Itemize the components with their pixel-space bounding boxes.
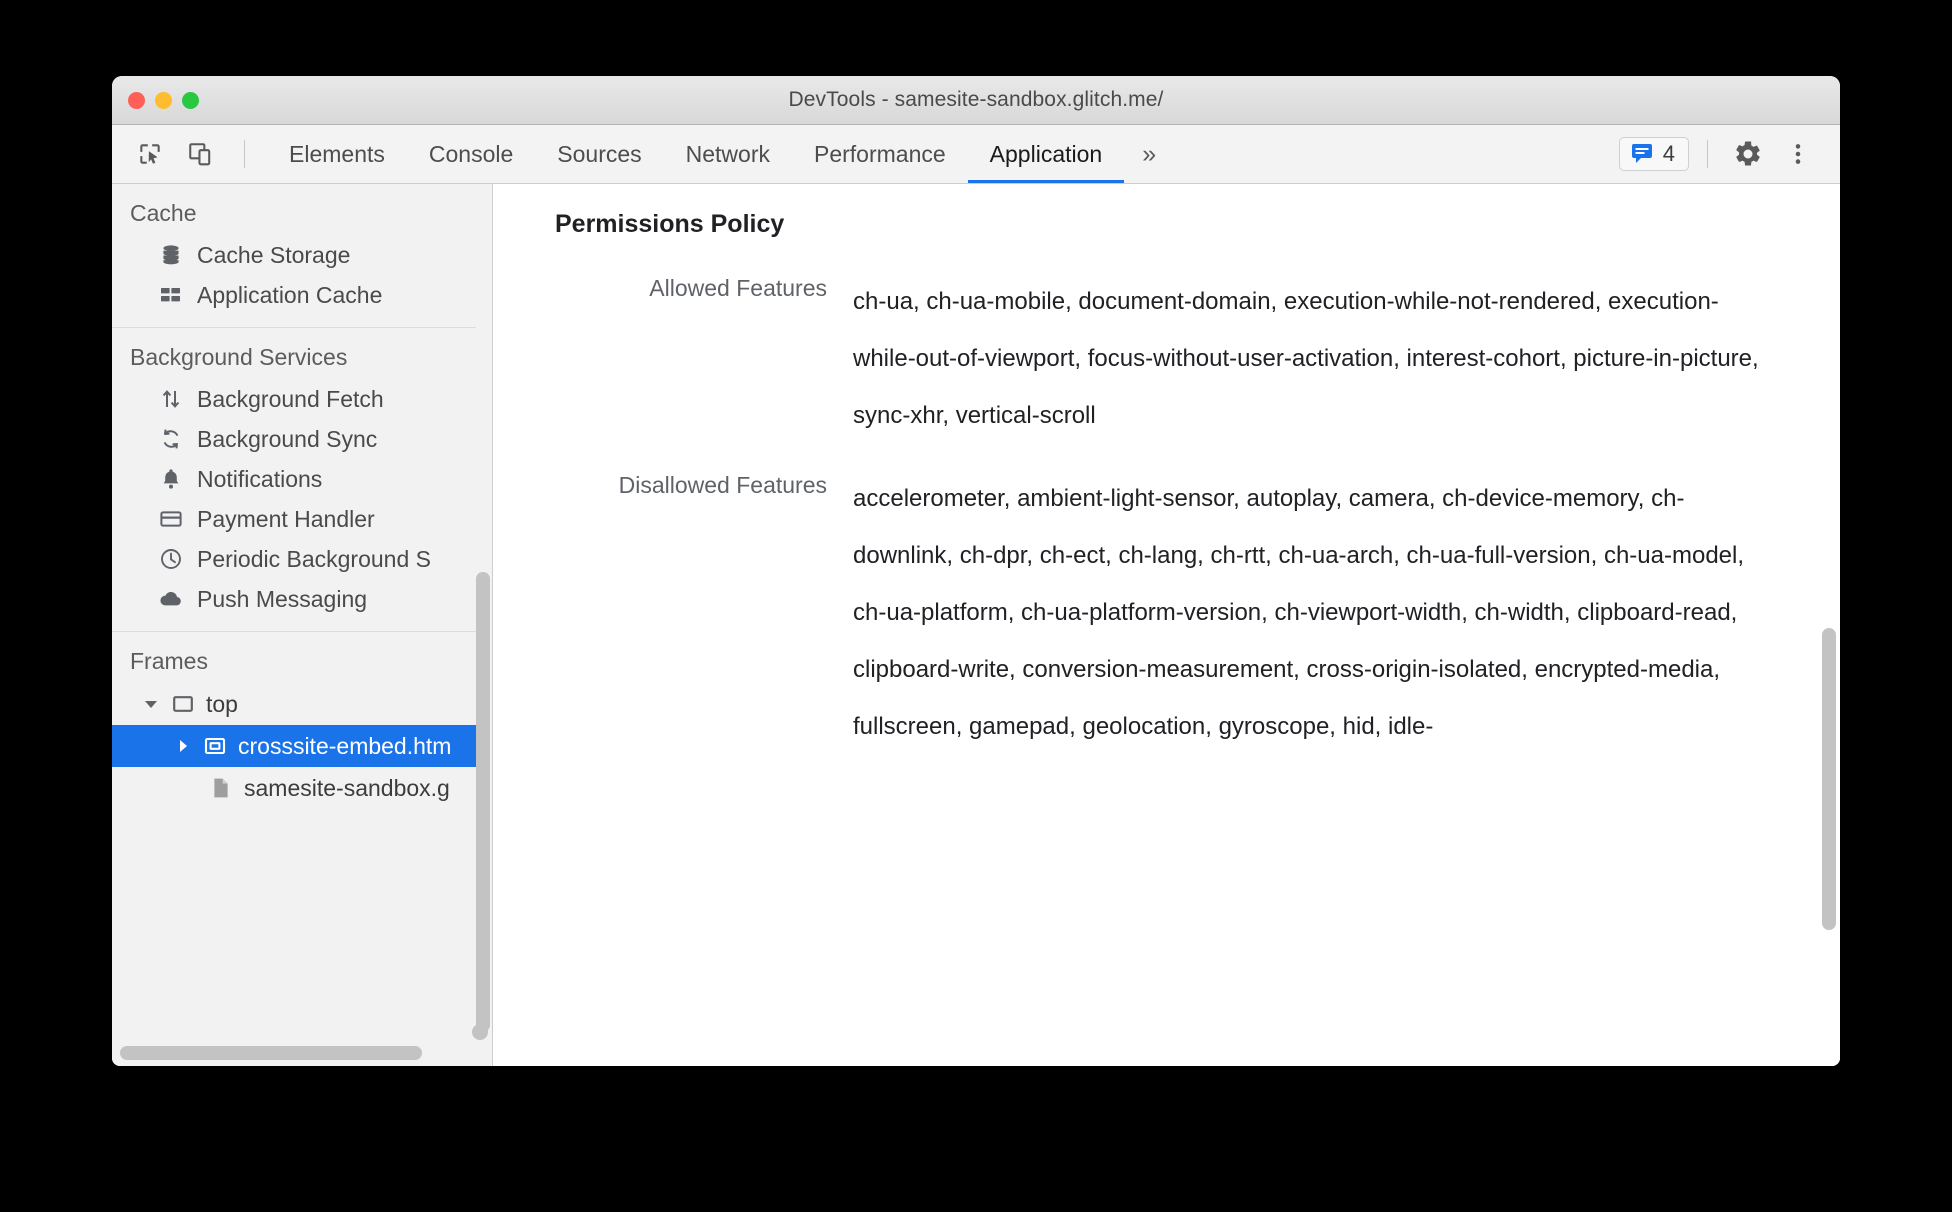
tab-label: Application [989, 140, 1103, 167]
iframe-icon [202, 733, 228, 759]
tab-label: Elements [289, 140, 385, 167]
tab-network[interactable]: Network [664, 125, 792, 183]
sidebar-group-cache: Cache Cache Storage Application Cache [112, 184, 476, 328]
frame-tree-label: crosssite-embed.htm [238, 732, 452, 759]
sidebar-item-periodic-background-sync[interactable]: Periodic Background S [112, 539, 476, 579]
sidebar-item-cache-storage[interactable]: Cache Storage [112, 235, 476, 275]
maximize-window-button[interactable] [182, 91, 199, 109]
window-titlebar: DevTools - samesite-sandbox.glitch.me/ [112, 76, 1840, 125]
sidebar-group-frames: Frames top crosssite-embed.htm samesite-… [112, 632, 476, 821]
permissions-policy-content: Permissions Policy Allowed Features ch-u… [493, 184, 1820, 1066]
sidebar-item-label: Notifications [197, 465, 323, 492]
allowed-features-value: ch-ua, ch-ua-mobile, document-domain, ex… [853, 288, 1759, 429]
sidebar-group-title: Background Services [130, 344, 348, 370]
toolbar-right-icons: 4 [1618, 125, 1840, 183]
issues-message-icon [1630, 140, 1654, 169]
sync-icon [158, 426, 184, 452]
sidebar-vertical-scrollbar-thumb[interactable] [476, 572, 490, 1032]
main-vertical-scrollbar-thumb[interactable] [1822, 628, 1836, 930]
cloud-icon [158, 586, 184, 612]
disallowed-features-value: accelerometer, ambient-light-sensor, aut… [853, 485, 1745, 740]
tab-label: Performance [814, 140, 946, 167]
clock-icon [158, 546, 184, 572]
gear-icon[interactable] [1726, 134, 1770, 174]
sidebar-item-background-fetch[interactable]: Background Fetch [112, 379, 476, 419]
frame-tree-item-crosssite-embed[interactable]: crosssite-embed.htm [112, 725, 476, 767]
frame-icon [170, 691, 196, 717]
sidebar-scroll-area: Cache Cache Storage Application Cache Ba… [112, 184, 476, 1036]
allowed-features-row: Allowed Features ch-ua, ch-ua-mobile, do… [493, 273, 1820, 444]
toolbar-divider-right [1707, 140, 1708, 168]
more-tabs-label: » [1142, 139, 1157, 168]
issues-count: 4 [1662, 141, 1675, 166]
allowed-features-label: Allowed Features [649, 275, 827, 301]
tab-label: Network [685, 140, 770, 167]
application-sidebar: Cache Cache Storage Application Cache Ba… [112, 184, 493, 1066]
minimize-window-button[interactable] [155, 91, 172, 109]
grid-icon [158, 282, 184, 308]
chevron-right-icon[interactable] [174, 737, 192, 755]
sidebar-item-notifications[interactable]: Notifications [112, 459, 476, 499]
page-title: Permissions Policy [555, 210, 785, 238]
panel-tabs: Elements Console Sources Network Perform… [267, 125, 1174, 183]
tab-elements[interactable]: Elements [267, 125, 407, 183]
window-controls [128, 76, 199, 124]
inspect-element-icon[interactable] [132, 136, 168, 172]
sidebar-scroll-corner [472, 1024, 488, 1040]
bell-icon [158, 466, 184, 492]
frame-tree-label: samesite-sandbox.g [244, 774, 450, 801]
frame-tree-item-samesite-sandbox[interactable]: samesite-sandbox.g [112, 767, 476, 809]
sidebar-group-title: Cache [130, 200, 197, 226]
sidebar-horizontal-scrollbar[interactable] [112, 1044, 476, 1062]
more-options-icon[interactable] [1776, 134, 1820, 174]
close-window-button[interactable] [128, 91, 145, 109]
window-title: DevTools - samesite-sandbox.glitch.me/ [788, 88, 1164, 111]
sidebar-item-application-cache[interactable]: Application Cache [112, 275, 476, 315]
sidebar-horizontal-scrollbar-thumb[interactable] [120, 1046, 422, 1060]
device-toolbar-icon[interactable] [182, 136, 218, 172]
sidebar-item-background-sync[interactable]: Background Sync [112, 419, 476, 459]
disallowed-features-row: Disallowed Features accelerometer, ambie… [493, 470, 1820, 755]
sidebar-item-label: Background Fetch [197, 385, 384, 412]
disallowed-features-label: Disallowed Features [618, 472, 827, 498]
issues-button[interactable]: 4 [1618, 137, 1689, 171]
tab-console[interactable]: Console [407, 125, 535, 183]
sidebar-item-push-messaging[interactable]: Push Messaging [112, 579, 476, 619]
sidebar-item-label: Cache Storage [197, 241, 351, 268]
sidebar-group-title: Frames [130, 648, 208, 674]
tab-label: Sources [557, 140, 642, 167]
permissions-policy-panel: Permissions Policy Allowed Features ch-u… [493, 184, 1840, 1066]
devtools-window: DevTools - samesite-sandbox.glitch.me/ E… [112, 76, 1840, 1066]
tab-label: Console [428, 140, 514, 167]
sidebar-item-payment-handler[interactable]: Payment Handler [112, 499, 476, 539]
devtools-toolbar: Elements Console Sources Network Perform… [112, 125, 1840, 184]
sidebar-item-label: Payment Handler [197, 505, 375, 532]
document-icon [208, 775, 234, 801]
toolbar-left-icons [112, 125, 257, 183]
sidebar-item-label: Application Cache [197, 281, 383, 308]
sidebar-item-label: Push Messaging [197, 585, 368, 612]
database-icon [158, 242, 184, 268]
more-tabs-icon[interactable]: » [1124, 125, 1174, 183]
main-vertical-scrollbar[interactable] [1821, 184, 1837, 1066]
chevron-down-icon[interactable] [142, 695, 160, 713]
devtools-body: Cache Cache Storage Application Cache Ba… [112, 184, 1840, 1066]
tab-sources[interactable]: Sources [535, 125, 663, 183]
frame-tree-label: top [206, 690, 238, 717]
sidebar-item-label: Background Sync [197, 425, 378, 452]
tab-performance[interactable]: Performance [792, 125, 968, 183]
toolbar-divider [244, 140, 245, 168]
sidebar-group-background-services: Background Services Background Fetch Bac… [112, 328, 476, 632]
sidebar-item-label: Periodic Background S [197, 545, 431, 572]
credit-card-icon [158, 506, 184, 532]
arrows-up-down-icon [158, 386, 184, 412]
sidebar-vertical-scrollbar[interactable] [476, 572, 490, 1032]
frame-tree-item-top[interactable]: top [112, 683, 476, 725]
tab-application[interactable]: Application [967, 125, 1125, 183]
